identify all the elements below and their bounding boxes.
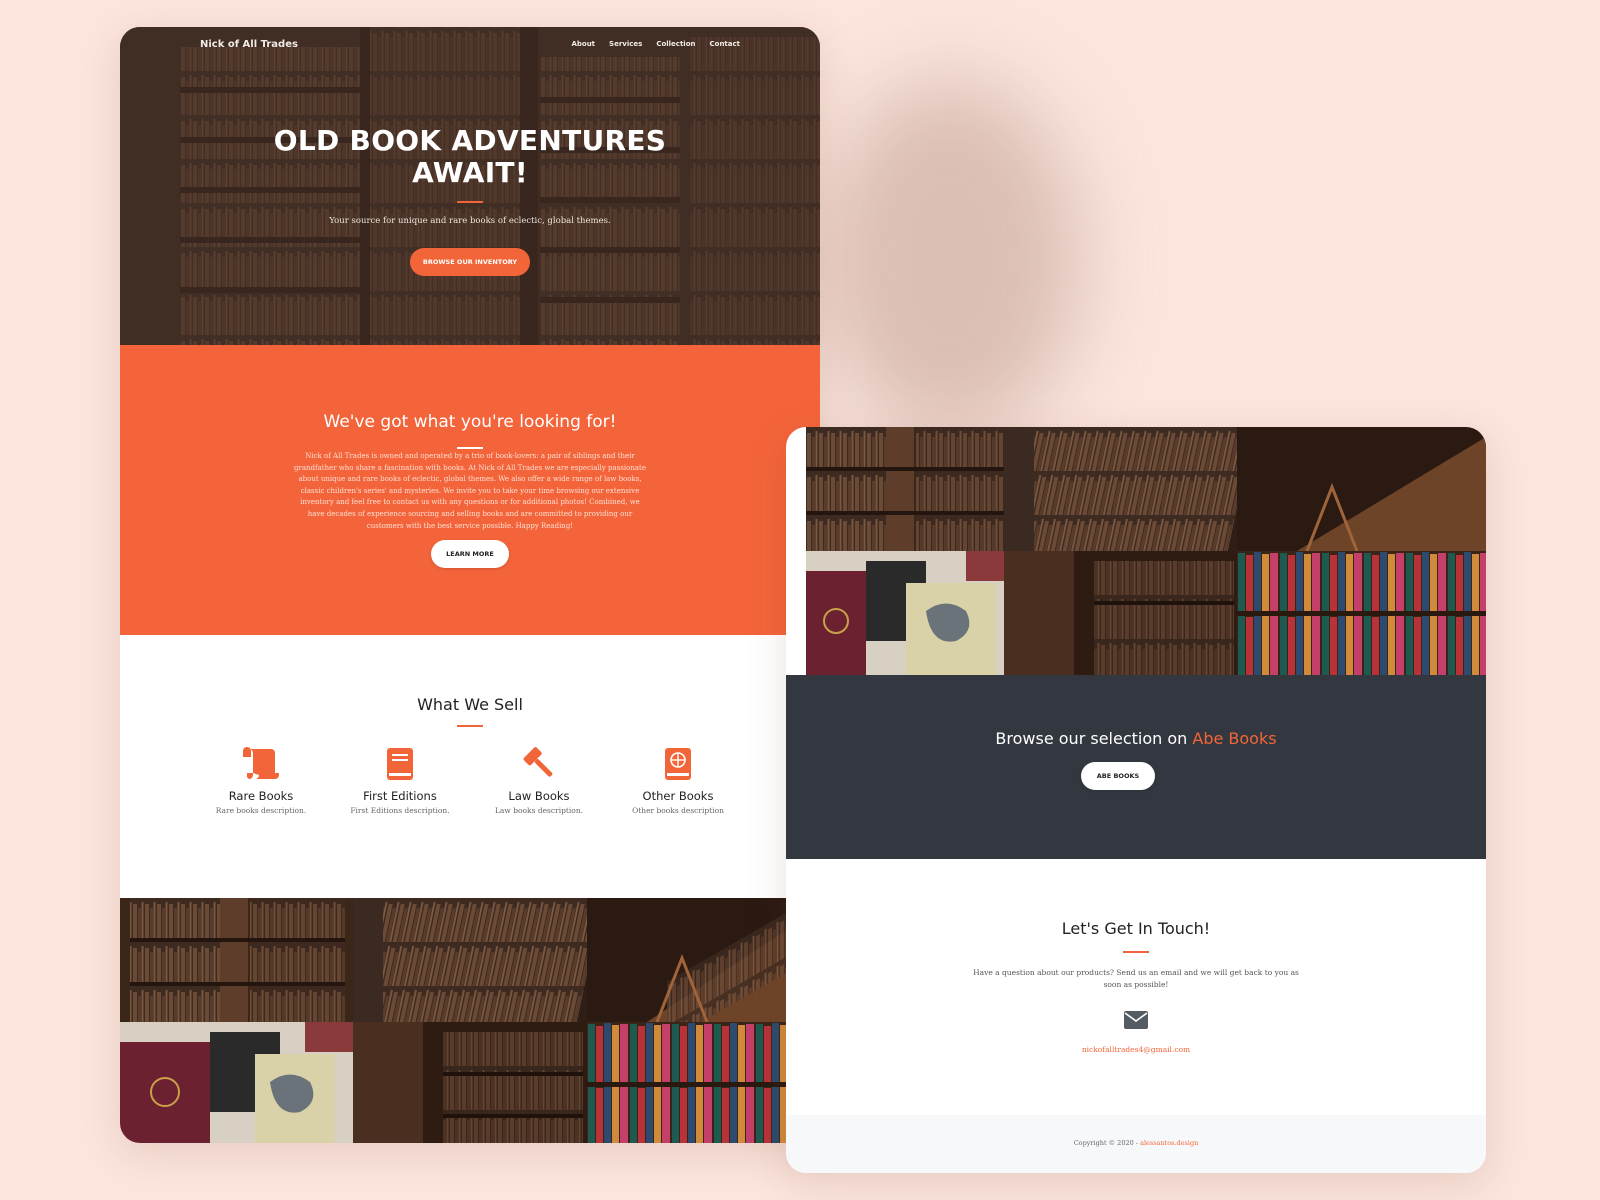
nav-link-services[interactable]: Services: [609, 40, 642, 48]
hero-title: OLD BOOK ADVENTURES AWAIT!: [273, 124, 667, 189]
sell-item-desc: Other books description: [632, 806, 724, 815]
hero-section: Nick of All Trades About Services Collec…: [120, 27, 820, 345]
about-heading: We've got what you're looking for!: [323, 412, 617, 432]
gallery-photo-spines: [353, 898, 587, 1022]
contact-section: Let's Get In Touch! Have a question abou…: [786, 859, 1486, 1115]
contact-text: Have a question about our products? Send…: [973, 968, 1299, 989]
gallery-photo-shelves-2: [1004, 551, 1237, 675]
atlas-icon: [665, 748, 691, 780]
gallery-photo-shelves-1: [120, 898, 353, 1022]
hero-subtitle: Your source for unique and rare books of…: [329, 216, 611, 226]
nav-links: About Services Collection Contact: [571, 40, 740, 48]
contact-divider: [1123, 951, 1149, 953]
what-we-sell-section: What We Sell Rare Books Rare books descr…: [120, 635, 820, 905]
footer: Copyright © 2020 - alessantos.design: [786, 1115, 1486, 1173]
abe-books-accent-text: Abe Books: [1192, 729, 1277, 748]
page-preview-bottom: Browse our selection on Abe Books ABE BO…: [786, 427, 1486, 1173]
brand-logo[interactable]: Nick of All Trades: [200, 39, 298, 50]
sell-item-other-books: Other Books Other books description: [618, 747, 738, 815]
sell-item-desc: Law books description.: [494, 806, 584, 815]
learn-more-button[interactable]: LEARN MORE: [431, 540, 509, 568]
sell-heading: What We Sell: [417, 695, 523, 714]
gallery-photo-shelves-2: [353, 1022, 587, 1143]
envelope-icon: [1124, 1011, 1148, 1029]
sell-item-rare-books: Rare Books Rare books description.: [201, 747, 321, 815]
about-text: Nick of All Trades is owned and operated…: [294, 452, 646, 530]
about-section: We've got what you're looking for! Nick …: [120, 345, 820, 635]
sell-item-first-editions: First Editions First Editions descriptio…: [340, 747, 460, 815]
abe-books-section: Browse our selection on Abe Books ABE BO…: [786, 675, 1486, 859]
sell-item-desc: Rare books description.: [215, 806, 307, 815]
sell-item-desc: First Editions description.: [350, 806, 450, 815]
photo-gallery: [120, 898, 820, 1143]
sell-item-law-books: Law Books Law books description.: [479, 747, 599, 815]
nav-link-collection[interactable]: Collection: [656, 40, 695, 48]
gallery-photo-shelves-1: [806, 427, 1004, 551]
sell-item-title: First Editions: [363, 789, 437, 803]
background-shadow: [820, 80, 1080, 440]
hero-divider: [457, 201, 483, 203]
gallery-photo-colorful-spines: [1237, 551, 1486, 675]
gallery-photo-antique-books: [120, 1022, 353, 1143]
gallery-photo-library: [1237, 427, 1486, 551]
photo-gallery-right: [786, 427, 1486, 675]
nav-link-contact[interactable]: Contact: [710, 40, 741, 48]
gallery-photo-spines: [1004, 427, 1237, 551]
copyright-text: Copyright © 2020 - alessantos.design: [1073, 1139, 1199, 1147]
sell-item-title: Other Books: [642, 789, 714, 803]
sell-item-title: Law Books: [508, 789, 570, 803]
top-nav: Nick of All Trades About Services Collec…: [120, 27, 820, 67]
contact-heading: Let's Get In Touch!: [1061, 919, 1211, 938]
sell-item-title: Rare Books: [228, 789, 294, 803]
gallery-photo-antique-books: [806, 551, 1004, 675]
browse-inventory-button[interactable]: BROWSE OUR INVENTORY: [410, 248, 530, 276]
nav-link-about[interactable]: About: [571, 40, 595, 48]
page-preview-top: Nick of All Trades About Services Collec…: [120, 27, 820, 1143]
designer-credit-link[interactable]: alessantos.design: [1140, 1139, 1198, 1147]
contact-email-link[interactable]: nickofalltrades4@gmail.com: [786, 1045, 1486, 1054]
abe-books-button[interactable]: ABE BOOKS: [1081, 762, 1155, 790]
browse-heading: Browse our selection on Abe Books: [995, 729, 1277, 748]
about-divider: [457, 447, 483, 449]
gavel-icon: [523, 747, 553, 777]
book-icon: [387, 748, 413, 780]
scroll-icon: [243, 747, 279, 779]
sell-divider: [457, 725, 483, 727]
